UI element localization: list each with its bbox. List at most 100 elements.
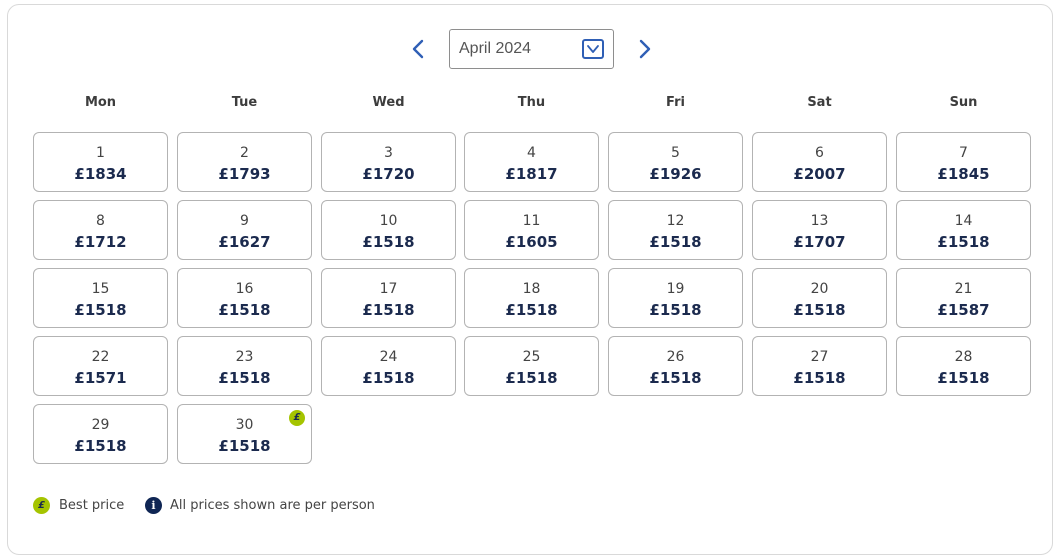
day-number: 1 bbox=[96, 145, 105, 161]
day-cell[interactable]: 1 £1834 bbox=[33, 132, 168, 192]
chevron-left-icon bbox=[412, 39, 424, 59]
day-price: £1518 bbox=[218, 437, 271, 455]
pound-badge-icon: £ bbox=[33, 496, 50, 514]
legend-per-person-note: i All prices shown are per person bbox=[145, 495, 375, 515]
day-cell[interactable]: 24 £1518 bbox=[321, 336, 456, 396]
day-price: £1518 bbox=[74, 301, 127, 319]
day-number: 2 bbox=[240, 145, 249, 161]
day-price: £1926 bbox=[649, 165, 702, 183]
day-cell[interactable]: 13 £1707 bbox=[752, 200, 887, 260]
weekday-tue: Tue bbox=[231, 95, 258, 110]
day-cell[interactable]: 21 £1587 bbox=[896, 268, 1031, 328]
day-cell[interactable]: 4 £1817 bbox=[464, 132, 599, 192]
day-cell[interactable]: 5 £1926 bbox=[608, 132, 743, 192]
next-month-button[interactable] bbox=[633, 37, 657, 61]
info-icon: i bbox=[145, 496, 162, 514]
weekday-header: Mon Tue Wed Thu Fri Sat Sun bbox=[33, 95, 1031, 115]
day-number: 23 bbox=[235, 349, 254, 365]
per-person-note: All prices shown are per person bbox=[170, 497, 375, 513]
day-cell[interactable]: 16 £1518 bbox=[177, 268, 312, 328]
weekday-wed: Wed bbox=[372, 95, 405, 110]
day-cell[interactable]: 18 £1518 bbox=[464, 268, 599, 328]
day-number: 11 bbox=[522, 213, 541, 229]
day-price: £1845 bbox=[937, 165, 990, 183]
day-cell[interactable]: 29 £1518 bbox=[33, 404, 168, 464]
day-cell[interactable]: 7 £1845 bbox=[896, 132, 1031, 192]
day-number: 21 bbox=[954, 281, 973, 297]
day-price: £1518 bbox=[793, 301, 846, 319]
day-cell[interactable]: 15 £1518 bbox=[33, 268, 168, 328]
day-number: 8 bbox=[96, 213, 105, 229]
day-price: £1518 bbox=[649, 301, 702, 319]
day-price: £2007 bbox=[793, 165, 846, 183]
day-price: £1720 bbox=[362, 165, 415, 183]
day-price: £1518 bbox=[937, 369, 990, 387]
day-price: £1571 bbox=[74, 369, 127, 387]
day-number: 13 bbox=[810, 213, 829, 229]
day-number: 6 bbox=[815, 145, 824, 161]
weekday-thu: Thu bbox=[517, 95, 546, 110]
day-cell[interactable]: 10 £1518 bbox=[321, 200, 456, 260]
weekday-fri: Fri bbox=[666, 95, 685, 110]
day-cell[interactable]: 27 £1518 bbox=[752, 336, 887, 396]
weekday-sun: Sun bbox=[949, 95, 978, 110]
day-cell[interactable]: 20 £1518 bbox=[752, 268, 887, 328]
day-price: £1518 bbox=[793, 369, 846, 387]
day-number: 17 bbox=[379, 281, 398, 297]
day-price: £1518 bbox=[74, 437, 127, 455]
day-number: 25 bbox=[522, 349, 541, 365]
day-cell[interactable]: 28 £1518 bbox=[896, 336, 1031, 396]
fare-calendar-panel: April 2024 Mon Tue Wed Thu Fri Sat Sun 1 £1834 2… bbox=[7, 4, 1053, 555]
best-price-label: Best price bbox=[59, 497, 125, 513]
day-price: £1518 bbox=[362, 369, 415, 387]
day-cell[interactable]: 12 £1518 bbox=[608, 200, 743, 260]
selected-month: April 2024 bbox=[459, 40, 532, 57]
day-cell[interactable]: 22 £1571 bbox=[33, 336, 168, 396]
chevron-right-icon bbox=[639, 39, 651, 59]
day-price: £1518 bbox=[505, 369, 558, 387]
day-price: £1587 bbox=[937, 301, 990, 319]
day-price: £1834 bbox=[74, 165, 127, 183]
day-price: £1793 bbox=[218, 165, 271, 183]
day-cell[interactable]: 25 £1518 bbox=[464, 336, 599, 396]
day-number: 3 bbox=[384, 145, 393, 161]
day-cell[interactable]: 3 £1720 bbox=[321, 132, 456, 192]
weekday-mon: Mon bbox=[84, 95, 117, 110]
day-cell[interactable]: 30 £1518 £ bbox=[177, 404, 312, 464]
day-cell[interactable]: 17 £1518 bbox=[321, 268, 456, 328]
day-number: 19 bbox=[666, 281, 685, 297]
day-cell[interactable]: 14 £1518 bbox=[896, 200, 1031, 260]
day-cell[interactable]: 23 £1518 bbox=[177, 336, 312, 396]
previous-month-button[interactable] bbox=[406, 37, 430, 61]
day-number: 27 bbox=[810, 349, 829, 365]
day-cell[interactable]: 2 £1793 bbox=[177, 132, 312, 192]
chevron-down-icon bbox=[582, 39, 604, 59]
day-price: £1605 bbox=[505, 233, 558, 251]
day-number: 28 bbox=[954, 349, 973, 365]
month-select[interactable]: April 2024 bbox=[449, 29, 614, 69]
day-number: 4 bbox=[527, 145, 536, 161]
day-number: 10 bbox=[379, 213, 398, 229]
day-number: 9 bbox=[240, 213, 249, 229]
day-price: £1518 bbox=[362, 233, 415, 251]
day-price: £1518 bbox=[649, 233, 702, 251]
day-price: £1707 bbox=[793, 233, 846, 251]
day-cell[interactable]: 26 £1518 bbox=[608, 336, 743, 396]
day-cell[interactable]: 8 £1712 bbox=[33, 200, 168, 260]
best-price-badge-icon: £ bbox=[289, 410, 305, 426]
day-number: 12 bbox=[666, 213, 685, 229]
day-number: 22 bbox=[91, 349, 110, 365]
day-cell[interactable]: 19 £1518 bbox=[608, 268, 743, 328]
day-number: 14 bbox=[954, 213, 973, 229]
day-number: 26 bbox=[666, 349, 685, 365]
day-cell[interactable]: 9 £1627 bbox=[177, 200, 312, 260]
day-cell[interactable]: 6 £2007 bbox=[752, 132, 887, 192]
day-cell[interactable]: 11 £1605 bbox=[464, 200, 599, 260]
day-number: 18 bbox=[522, 281, 541, 297]
day-price: £1712 bbox=[74, 233, 127, 251]
day-number: 20 bbox=[810, 281, 829, 297]
day-price: £1518 bbox=[505, 301, 558, 319]
day-price: £1518 bbox=[218, 369, 271, 387]
day-number: 7 bbox=[959, 145, 968, 161]
day-price: £1518 bbox=[937, 233, 990, 251]
